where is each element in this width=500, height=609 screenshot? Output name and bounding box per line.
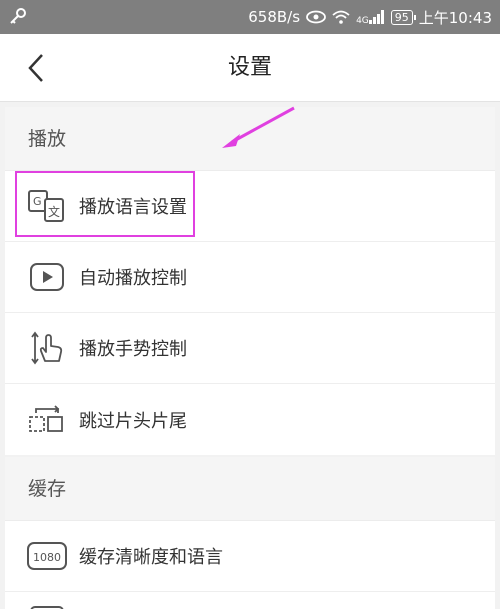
signal-type-label: 4G bbox=[356, 16, 369, 26]
settings-item-playback-language[interactable]: G 文 播放语言设置 bbox=[5, 171, 495, 242]
signal-icon: 4G bbox=[356, 8, 385, 26]
quality-icon-text: 1080 bbox=[33, 551, 61, 564]
key-icon bbox=[8, 7, 28, 27]
settings-item-skip-intro[interactable]: 跳过片头片尾 bbox=[5, 384, 495, 455]
settings-item-partial[interactable] bbox=[5, 592, 495, 609]
settings-item-cache-quality[interactable]: 1080 缓存清晰度和语言 bbox=[5, 521, 495, 592]
settings-item-label: 跳过片头片尾 bbox=[79, 410, 187, 432]
language-translate-icon: G 文 bbox=[27, 186, 67, 226]
settings-item-label: 缓存清晰度和语言 bbox=[79, 547, 223, 568]
battery-indicator: 95 bbox=[390, 9, 416, 25]
section-playback: 播放 G 文 播放语言设置 自动播放控制 播放手势控制 跳过片头片尾 bbox=[5, 107, 495, 455]
section-header-cache: 缓存 bbox=[5, 457, 495, 521]
settings-item-label: 播放手势控制 bbox=[79, 339, 187, 360]
status-bar: 658B/s 4G 95 上午10:43 bbox=[0, 0, 500, 34]
skip-intro-icon bbox=[27, 400, 67, 440]
clock: 上午10:43 bbox=[418, 8, 492, 27]
1080-quality-icon: 1080 bbox=[27, 536, 67, 576]
play-icon bbox=[27, 257, 67, 297]
page-title: 设置 bbox=[227, 55, 272, 80]
gesture-icon bbox=[27, 328, 67, 368]
network-speed: 658B/s bbox=[248, 8, 301, 26]
section-header-playback: 播放 bbox=[5, 107, 495, 171]
svg-text:G: G bbox=[33, 195, 42, 208]
wifi-icon bbox=[332, 10, 350, 24]
navigation-bar: 设置 bbox=[0, 34, 500, 102]
eye-icon bbox=[306, 10, 326, 24]
partial-icon bbox=[27, 592, 67, 609]
svg-text:文: 文 bbox=[48, 204, 60, 219]
settings-item-autoplay[interactable]: 自动播放控制 bbox=[5, 242, 495, 313]
settings-item-label: 播放语言设置 bbox=[79, 197, 187, 218]
settings-item-gesture[interactable]: 播放手势控制 bbox=[5, 313, 495, 384]
settings-item-label: 自动播放控制 bbox=[79, 268, 187, 289]
section-cache: 缓存 1080 缓存清晰度和语言 bbox=[5, 457, 495, 609]
